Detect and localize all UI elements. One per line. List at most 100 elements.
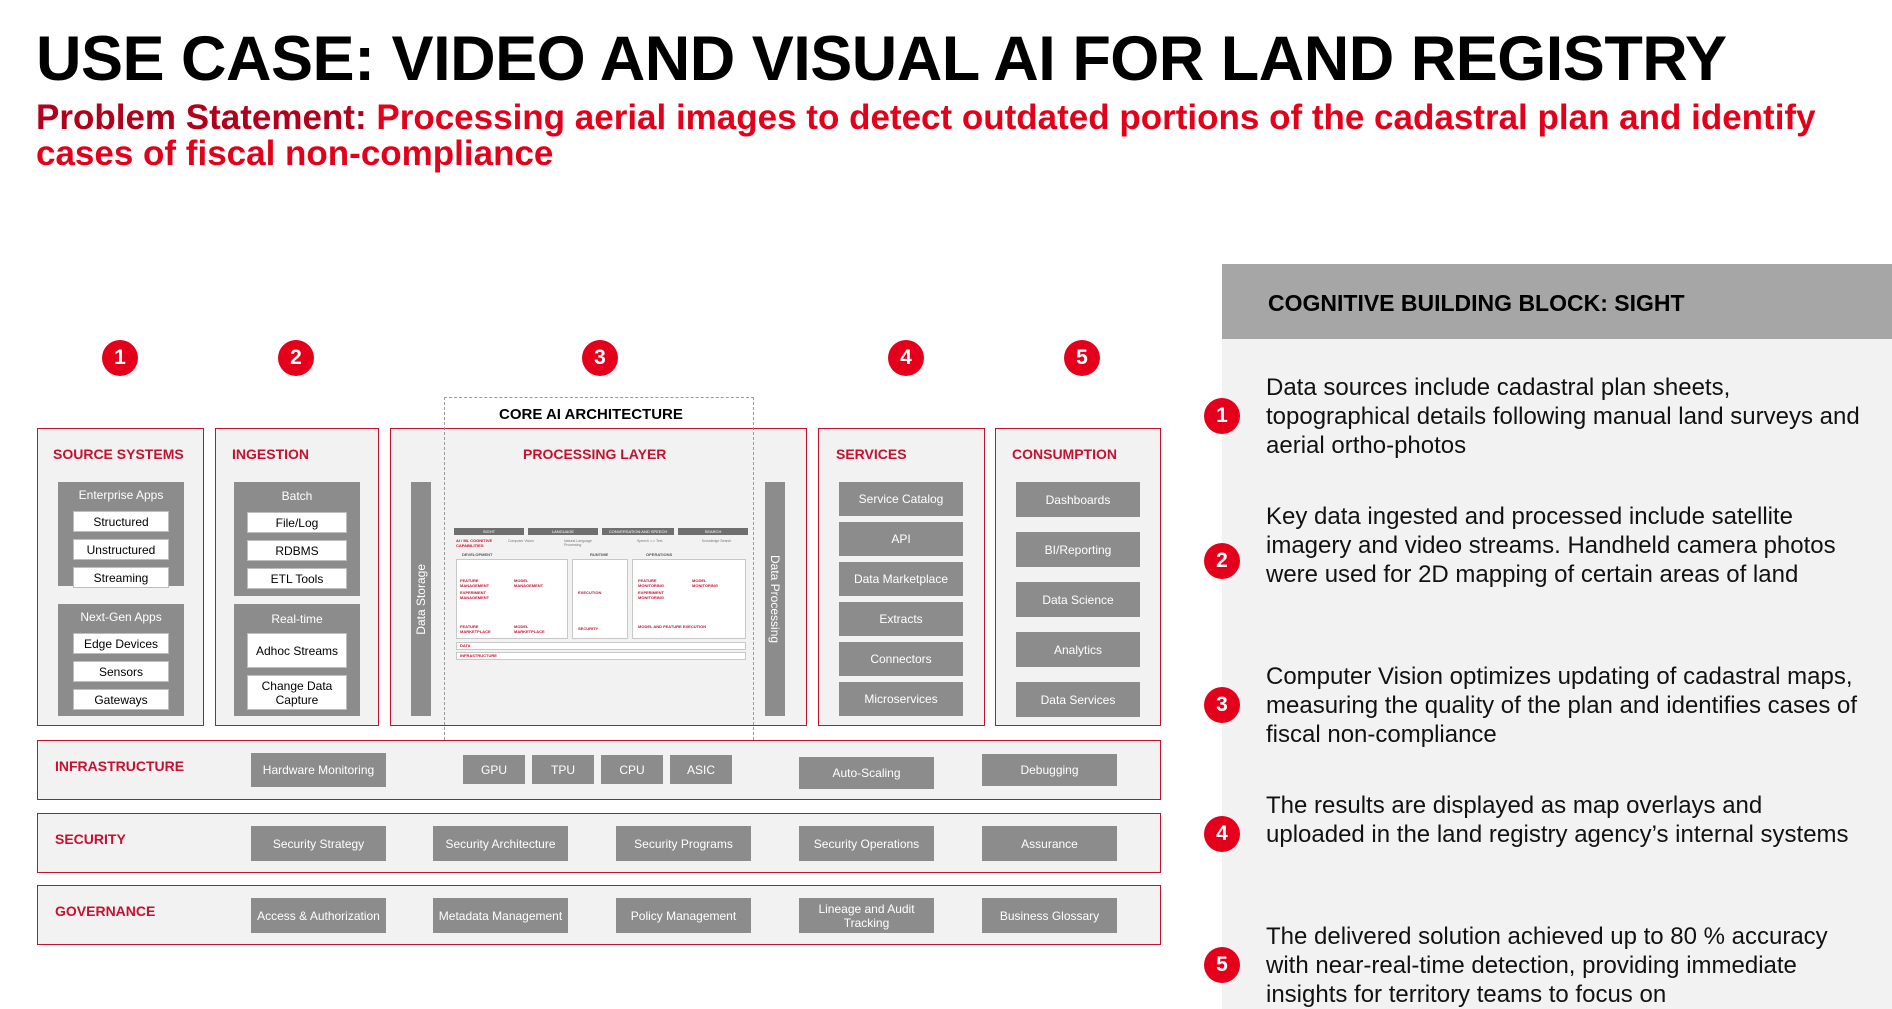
auto-scaling-box: Auto-Scaling [799,757,934,789]
rdbms-box: RDBMS [247,540,347,561]
gpu-box: GPU [463,755,525,784]
security-programs-box: Security Programs [616,826,751,861]
sidebar-item-1: Data sources include cadastral plan shee… [1266,374,1860,459]
data-science-box: Data Science [1016,582,1140,617]
data-storage-label: Data Storage [414,563,428,635]
unstructured-box: Unstructured [73,539,169,560]
mini-data-label: DATA [460,643,471,648]
data-storage-bar: Data Storage [411,482,431,716]
mini-capabilities-label: AI / ML COGNITIVE CAPABILITIES [456,538,493,548]
mini-cap-search: Knowledge Search [702,539,732,543]
sidebar-item-3: Computer Vision optimizes updating of ca… [1266,663,1858,748]
security-strategy-box: Security Strategy [251,826,386,861]
sidebar-badge-1: 1 [1204,398,1240,434]
sensors-box: Sensors [73,661,169,682]
microservices-box: Microservices [839,682,963,716]
debugging-box: Debugging [982,754,1117,786]
source-systems-title: SOURCE SYSTEMS [53,446,184,462]
ingestion-title: INGESTION [232,446,310,462]
gateways-box: Gateways [73,689,169,710]
sidebar-item-4: The results are displayed as map overlay… [1266,792,1849,848]
policy-management-box: Policy Management [616,898,751,933]
tpu-box: TPU [532,755,594,784]
mini-header-language: LANGUAGE [528,528,598,535]
streaming-box: Streaming [73,567,169,588]
mini-operations-label: OPERATIONS [646,552,673,557]
sidebar-badge-3: 3 [1204,687,1240,723]
mini-model-monitoring: MODEL MONITORING [692,578,718,588]
mini-security: SECURITY [578,626,599,631]
assurance-box: Assurance [982,826,1117,861]
access-authorization-box: Access & Authorization [251,898,386,933]
mini-experiment-management: EXPERIMENT MANAGEMENT [460,590,490,600]
realtime-title: Real-time [271,612,323,626]
metadata-management-box: Metadata Management [433,898,568,933]
mini-header-sight: SIGHT [454,528,524,535]
file-log-box: File/Log [247,512,347,533]
step-badge-5: 5 [1064,340,1100,376]
sidebar-badge-2: 2 [1204,543,1240,579]
cpu-box: CPU [601,755,663,784]
mini-cap-speech: Speech <-> Text [637,539,663,543]
service-catalog-box: Service Catalog [839,482,963,516]
problem-statement-lead: Problem Statement: [36,98,377,137]
page-title: USE CASE: VIDEO AND VISUAL AI FOR LAND R… [36,24,1727,94]
security-operations-box: Security Operations [799,826,934,861]
mini-header-conversation: CONVERSATION AND SPEECH [602,528,674,535]
mini-infrastructure-label: INFRASTRUCTURE [460,653,497,658]
mini-feature-marketplace: FEATURE MARKETPLACE [460,624,491,634]
consumption-title: CONSUMPTION [1012,446,1117,462]
mini-model-marketplace: MODEL MARKETPLACE [514,624,545,634]
structured-box: Structured [73,511,169,532]
sidebar-badge-5: 5 [1204,947,1240,983]
step-badge-4: 4 [888,340,924,376]
sidebar-title: COGNITIVE BUILDING BLOCK: SIGHT [1268,290,1685,316]
step-badge-1: 1 [102,340,138,376]
change-data-capture-box: Change Data Capture [247,675,347,710]
mini-infrastructure-bar [456,652,746,660]
mini-feature-monitoring: FEATURE MONITORING [638,578,664,588]
mini-runtime-label: RUNTIME [590,552,609,557]
adhoc-streams-box: Adhoc Streams [247,633,347,668]
mini-development-label: DEVELOPMENT [462,552,493,557]
mini-model-feature-execution: MODEL AND FEATURE EXECUTION [638,624,707,629]
processing-layer-title: PROCESSING LAYER [523,446,667,462]
mini-execution: EXECUTION [578,590,602,595]
lineage-audit-tracking-box: Lineage and Audit Tracking [799,898,934,933]
mini-data-bar [456,642,746,650]
infrastructure-title: INFRASTRUCTURE [55,758,185,774]
dashboards-box: Dashboards [1016,482,1140,517]
bi-reporting-box: BI/Reporting [1016,532,1140,567]
mini-header-search: SEARCH [678,528,748,535]
governance-title: GOVERNANCE [55,903,156,919]
batch-title: Batch [281,489,313,503]
core-ai-title: CORE AI ARCHITECTURE [499,406,683,423]
data-marketplace-box: Data Marketplace [839,562,963,596]
connectors-box: Connectors [839,642,963,676]
mini-model-management: MODEL MANAGEMENT [514,578,544,588]
problem-statement: Problem Statement: Processing aerial ima… [36,100,1866,172]
asic-box: ASIC [670,755,732,784]
mini-feature-management: FEATURE MANAGEMENT [460,578,490,588]
mini-cap-computer-vision: Computer Vision [508,539,534,543]
next-gen-apps-title: Next-Gen Apps [80,610,162,624]
sidebar-item-2: Key data ingested and processed include … [1266,503,1836,588]
api-box: API [839,522,963,556]
edge-devices-box: Edge Devices [73,633,169,654]
mini-experiment-monitoring: EXPERIMENT MONITORING [638,590,665,600]
hardware-monitoring-box: Hardware Monitoring [251,753,386,787]
analytics-box: Analytics [1016,632,1140,667]
data-processing-bar: Data Processing [765,482,785,716]
security-architecture-box: Security Architecture [433,826,568,861]
data-processing-label: Data Processing [768,554,782,644]
etl-tools-box: ETL Tools [247,568,347,589]
step-badge-2: 2 [278,340,314,376]
services-title: SERVICES [836,446,907,462]
step-badge-3: 3 [582,340,618,376]
business-glossary-box: Business Glossary [982,898,1117,933]
extracts-box: Extracts [839,602,963,636]
sidebar-badge-4: 4 [1204,816,1240,852]
core-architecture-thumbnail: SIGHT LANGUAGE CONVERSATION AND SPEECH S… [454,528,748,662]
mini-cap-nlp: Natural Language Processing [564,539,592,547]
data-services-box: Data Services [1016,682,1140,717]
